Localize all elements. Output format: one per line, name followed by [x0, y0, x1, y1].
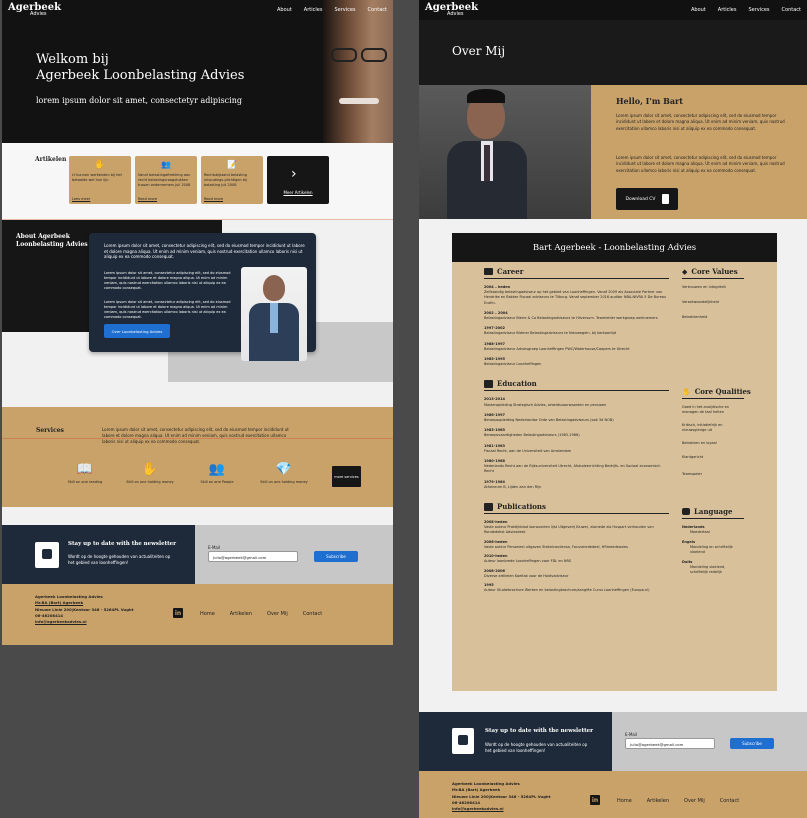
book-icon: 📖	[76, 462, 94, 477]
footer-link-contact[interactable]: Contact	[303, 611, 322, 617]
footer-link-about[interactable]: Over Mij	[267, 611, 288, 617]
chat-icon	[682, 508, 690, 515]
hand-coin-icon: ✋	[141, 462, 159, 477]
people-icon: 👥	[208, 462, 226, 477]
diamond-icon: ◆	[682, 267, 688, 276]
newsletter-title: Stay up to date with the newsletter	[485, 728, 594, 734]
about-page-frame: Agerbeek Advies About Articles Services …	[419, 0, 807, 818]
core-qualities-heading: ✋ Core Qualities	[682, 387, 751, 399]
about-portrait	[241, 267, 307, 361]
cv-card: Bart Agerbeek - Loonbelasting Advies Car…	[452, 233, 777, 691]
logo[interactable]: Agerbeek Advies	[425, 3, 478, 17]
nav-articles[interactable]: Articles	[718, 7, 737, 13]
hero-subtitle: lorem ipsum dolor sit amet, consectetyr …	[36, 96, 242, 105]
service-item[interactable]: ✋ Skill on one holding money	[124, 462, 176, 485]
about-heading-line2: Loonbelasting Advies	[16, 241, 88, 248]
about-heading-line1: About Agerbeek	[16, 233, 70, 240]
nav-about[interactable]: About	[691, 7, 706, 13]
hand-coin-icon: ✋	[94, 160, 106, 170]
book-icon	[484, 379, 493, 388]
career-heading: Career	[484, 267, 669, 279]
services-section: Services Lorem ipsum dolor sit amet, con…	[2, 407, 393, 507]
article-card[interactable]: 📝 Rechtsbijstand belasting inhoudings-pl…	[201, 156, 263, 204]
chevron-right-icon: ›	[291, 166, 297, 182]
more-articles-card[interactable]: › Meer Artikelen	[267, 156, 329, 204]
footer: Agerbeek Loonbelasting Advies Mr.BA (Bar…	[2, 584, 393, 645]
subscribe-button[interactable]: Subscribe	[314, 551, 358, 562]
newsletter-title: Stay up to date with the newsletter	[68, 541, 177, 547]
services-heading: Services	[36, 427, 64, 434]
nav-services[interactable]: Services	[748, 7, 769, 13]
article-read-more[interactable]: Lees meer	[72, 197, 90, 201]
briefcase-icon	[484, 268, 493, 275]
article-read-more[interactable]: Read more	[138, 197, 157, 201]
about-section: About Agerbeek Loonbelasting Advies Lore…	[2, 219, 393, 407]
footer: Agerbeek Loonbelasting Advies Mr.BA (Bar…	[419, 771, 807, 818]
more-services-button[interactable]: more services	[332, 466, 361, 487]
newsletter-icon	[452, 728, 474, 754]
nav-contact[interactable]: Contact	[368, 7, 387, 13]
hero-title-line1: Welkom bij	[36, 52, 109, 67]
cv-section: Bart Agerbeek - Loonbelasting Advies Car…	[419, 219, 807, 712]
service-item[interactable]: 📖 Skill on one reading	[59, 462, 111, 485]
newsletter-section: Stay up to date with the newsletter Word…	[2, 525, 393, 584]
education-heading: Education	[484, 379, 669, 392]
document-icon	[661, 194, 669, 204]
over-header: Agerbeek Advies About Articles Services …	[419, 0, 807, 85]
footer-link-articles[interactable]: Artikelen	[647, 798, 669, 804]
download-cv-button[interactable]: Download CV	[616, 188, 678, 210]
document-icon: 📝	[227, 160, 237, 169]
hero-portrait	[323, 0, 393, 143]
page-title: Over Mij	[452, 44, 506, 58]
nav-services[interactable]: Services	[334, 7, 355, 13]
email-field[interactable]: Julio@agerbeek@gmail.com	[208, 551, 298, 562]
email-field[interactable]: Julio@agerbeek@gmail.com	[625, 738, 715, 749]
about-card: Lorem ipsum dolor sit amet, consectetur …	[89, 233, 316, 361]
people-icon: 👥	[161, 160, 171, 169]
newsletter-section: Stay up to date with the newsletter Word…	[419, 712, 807, 771]
article-card[interactable]: ✋ Lf kunnen werkenden bij het betaalde w…	[69, 156, 131, 204]
newsletter-icon	[35, 542, 59, 568]
language-heading: Language	[682, 507, 744, 519]
top-nav: Agerbeek Advies About Articles Services …	[2, 0, 393, 20]
hero-section: Agerbeek Advies About Articles Services …	[2, 0, 393, 143]
footer-link-articles[interactable]: Artikelen	[230, 611, 252, 617]
hand-heart-icon: ✋	[682, 387, 691, 396]
service-item[interactable]: 💎 Skill on one holding money	[258, 462, 310, 485]
publications-heading: Publications	[484, 502, 669, 515]
article-card[interactable]: 👥 Vanaf belastingaftrekking aan recht be…	[135, 156, 197, 204]
subscribe-button[interactable]: Subscribe	[730, 738, 774, 749]
linkedin-icon[interactable]: in	[590, 795, 600, 805]
top-nav: Agerbeek Advies About Articles Services …	[419, 0, 807, 20]
cv-title: Bart Agerbeek - Loonbelasting Advies	[452, 233, 777, 262]
hero-title-line2: Agerbeek Loonbelasting Advies	[36, 68, 245, 83]
footer-link-about[interactable]: Over Mij	[684, 798, 705, 804]
core-values-heading: ◆ Core Values	[682, 267, 744, 279]
intro-section: Hello, I'm Bart Lorem ipsum dolor sit am…	[419, 85, 807, 219]
logo[interactable]: Agerbeek Advies	[8, 3, 61, 17]
articles-heading: Artikelen	[35, 156, 67, 163]
pencil-icon	[484, 502, 493, 511]
nav-articles[interactable]: Articles	[304, 7, 323, 13]
article-read-more[interactable]: Read more	[204, 197, 223, 201]
bart-portrait	[419, 85, 591, 219]
nav-contact[interactable]: Contact	[782, 7, 801, 13]
articles-section: Artikelen ✋ Lf kunnen werkenden bij het …	[2, 143, 393, 219]
diamond-icon: 💎	[275, 462, 293, 477]
footer-link-home[interactable]: Home	[617, 798, 632, 804]
home-page-frame: Agerbeek Advies About Articles Services …	[2, 0, 393, 645]
footer-link-home[interactable]: Home	[200, 611, 215, 617]
service-item[interactable]: 👥 Skill on one People	[191, 462, 243, 485]
footer-link-contact[interactable]: Contact	[720, 798, 739, 804]
hello-heading: Hello, I'm Bart	[616, 96, 683, 106]
about-button[interactable]: Over Loonbelasting Advies	[104, 324, 170, 338]
nav-about[interactable]: About	[277, 7, 292, 13]
linkedin-icon[interactable]: in	[173, 608, 183, 618]
